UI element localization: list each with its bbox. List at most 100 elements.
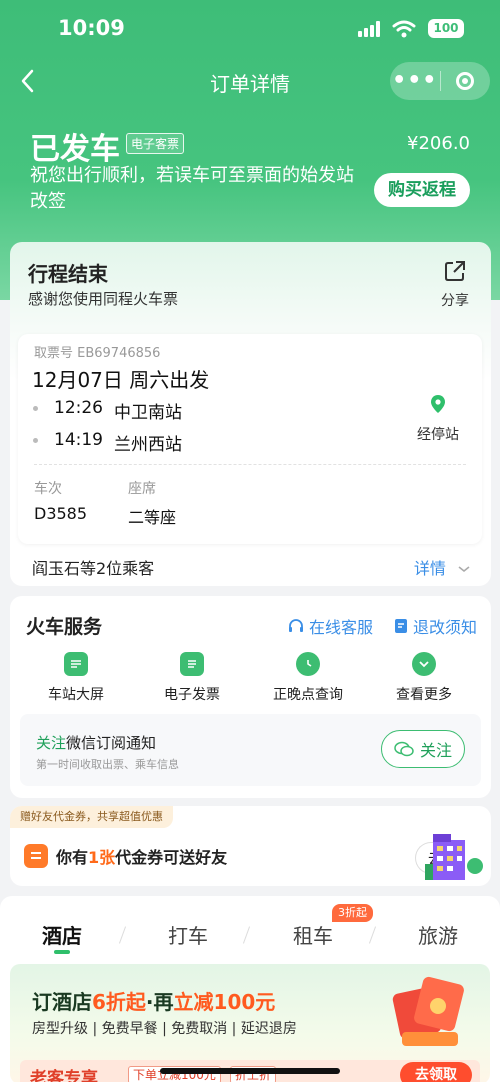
location-pin-icon: [431, 395, 445, 413]
online-service-label: 在线客服: [309, 618, 374, 637]
tab-taxi[interactable]: 打车: [168, 920, 208, 949]
passenger-detail-link[interactable]: 详情: [414, 555, 471, 579]
claim-button[interactable]: 去领取: [400, 1062, 472, 1082]
order-price[interactable]: ¥206.0: [407, 133, 470, 154]
trip-title: 行程结束: [28, 262, 108, 286]
headset-icon: [289, 619, 303, 632]
depart-time: 12:26: [54, 398, 103, 418]
pickup-number: 取票号 EB69746856: [34, 346, 161, 361]
share-button[interactable]: 分享: [437, 260, 473, 310]
tab-separator: [368, 926, 377, 944]
train-services-card: 火车服务 在线客服 退改须知 车站大屏 电子发票 正晚点查询 查看更多 关注微信…: [10, 596, 491, 798]
share-icon: [445, 261, 465, 281]
promo-title-mid: ·再: [145, 990, 174, 1014]
navigation-bar: 订单详情 •••: [0, 58, 500, 104]
coupon-card: 赠好友代金券，共享超值优惠 你有1张代金券可送好友 去: [10, 806, 491, 886]
service-delay-query[interactable]: 正晚点查询: [253, 652, 363, 704]
station-screen-icon: [64, 652, 88, 676]
tab-hotel[interactable]: 酒店: [42, 920, 82, 949]
promo-features: 房型升级 | 免费早餐 | 免费取消 | 延迟退房: [32, 1021, 297, 1037]
arrive-dot: [33, 438, 38, 443]
hotel-promo-banner[interactable]: 订酒店6折起·再立减100元 房型升级 | 免费早餐 | 免费取消 | 延迟退房…: [10, 964, 490, 1082]
service-label: 查看更多: [396, 687, 452, 703]
depart-dot: [33, 406, 38, 411]
hotel-illustration: [425, 834, 483, 880]
order-status: 已发车: [30, 132, 120, 167]
depart-station: 中卫南站: [114, 403, 182, 423]
status-message: 祝您出行顺利，若误车可至票面的始发站改签: [30, 165, 354, 212]
clock-icon: [296, 652, 320, 676]
status-time: 10:09: [58, 16, 125, 40]
miniprogram-capsule: •••: [390, 62, 490, 100]
refund-notice-link[interactable]: 退改须知: [394, 614, 477, 638]
services-title: 火车服务: [26, 616, 103, 638]
coupon-message: 你有1张代金券可送好友: [24, 844, 227, 868]
service-label: 车站大屏: [48, 687, 104, 703]
status-icons: 100: [358, 19, 464, 38]
vip-label: 老客专享: [30, 1069, 98, 1082]
chevron-down-icon: [458, 566, 470, 573]
buy-return-ticket-button[interactable]: 购买返程: [374, 173, 470, 207]
stops-button[interactable]: 经停站: [408, 394, 468, 444]
promo-title: 订酒店6折起·再立减100元: [32, 986, 275, 1015]
train-number-label: 车次: [34, 481, 62, 497]
car-rental-discount-badge: 3折起: [332, 904, 373, 922]
tab-car-rental[interactable]: 租车: [293, 920, 333, 949]
service-more[interactable]: 查看更多: [369, 652, 479, 704]
ticket-type-badge: 电子客票: [126, 133, 185, 154]
follow-button-label: 关注: [419, 741, 452, 760]
more-chevron-icon: [412, 652, 436, 676]
promo-title-pre: 订酒店: [32, 990, 92, 1014]
follow-subtitle: 第一时间收取出票、乘车信息: [36, 758, 179, 771]
service-station-screen[interactable]: 车站大屏: [21, 652, 131, 704]
service-label: 电子发票: [164, 687, 220, 703]
trip-card: 行程结束 感谢您使用同程火车票 分享 取票号 EB69746856 12月07日…: [10, 242, 491, 586]
wechat-subscribe-box: 关注微信订阅通知 第一时间收取出票、乘车信息 关注: [20, 714, 481, 786]
ticket-divider: [34, 464, 466, 465]
stops-label: 经停站: [417, 427, 459, 443]
coupon-count: 1张: [88, 848, 116, 867]
service-e-invoice[interactable]: 电子发票: [137, 652, 247, 704]
coupon-text-post: 代金券可送好友: [115, 848, 228, 867]
red-envelope-illustration: [392, 976, 464, 1046]
recommendation-section: 酒店 打车 3折起 租车 旅游 订酒店6折起·再立减100元 房型升级 | 免费…: [0, 896, 500, 1082]
cellular-signal-icon: [358, 20, 380, 37]
follow-button[interactable]: 关注: [381, 730, 465, 768]
share-label: 分享: [441, 293, 469, 309]
ticket-panel: 取票号 EB69746856 12月07日 周六出发 12:26 中卫南站 14…: [18, 334, 482, 544]
more-menu-button[interactable]: •••: [390, 62, 440, 100]
refund-notice-label: 退改须知: [413, 618, 478, 637]
arrive-station: 兰州西站: [114, 435, 182, 455]
close-miniprogram-button[interactable]: [440, 72, 490, 90]
arrive-time: 14:19: [54, 430, 103, 450]
wechat-icon: [394, 741, 414, 757]
train-number: D3585: [34, 504, 88, 523]
departure-date: 12月07日 周六出发: [32, 368, 210, 392]
coupon-tag: 赠好友代金券，共享超值优惠: [10, 806, 173, 828]
passenger-summary: 阎玉石等2位乘客: [32, 559, 155, 578]
detail-label: 详情: [413, 559, 446, 578]
service-label: 正晚点查询: [273, 687, 343, 703]
trip-subtitle: 感谢您使用同程火车票: [28, 290, 179, 308]
tab-separator: [242, 926, 251, 944]
online-service-link[interactable]: 在线客服: [288, 614, 373, 638]
promo-discount: 6折起: [92, 990, 146, 1014]
promo-cut: 立减100元: [173, 990, 276, 1014]
status-bar: 10:09 100: [0, 0, 500, 58]
battery-icon: 100: [428, 19, 464, 38]
tab-travel[interactable]: 旅游: [418, 920, 458, 949]
wifi-icon: [392, 20, 416, 37]
follow-prefix: 关注: [36, 734, 67, 752]
invoice-icon: [180, 652, 204, 676]
voucher-icon: [24, 844, 48, 868]
follow-title: 关注微信订阅通知: [36, 732, 156, 753]
document-icon: [395, 619, 407, 633]
seat-label: 座席: [128, 481, 156, 497]
seat-class: 二等座: [128, 508, 177, 527]
active-tab-indicator: [54, 950, 70, 954]
home-indicator: [160, 1068, 340, 1074]
close-target-icon: [456, 72, 475, 90]
follow-title-text: 微信订阅通知: [66, 734, 157, 752]
coupon-text-pre: 你有: [56, 848, 89, 867]
tab-separator: [118, 926, 127, 944]
